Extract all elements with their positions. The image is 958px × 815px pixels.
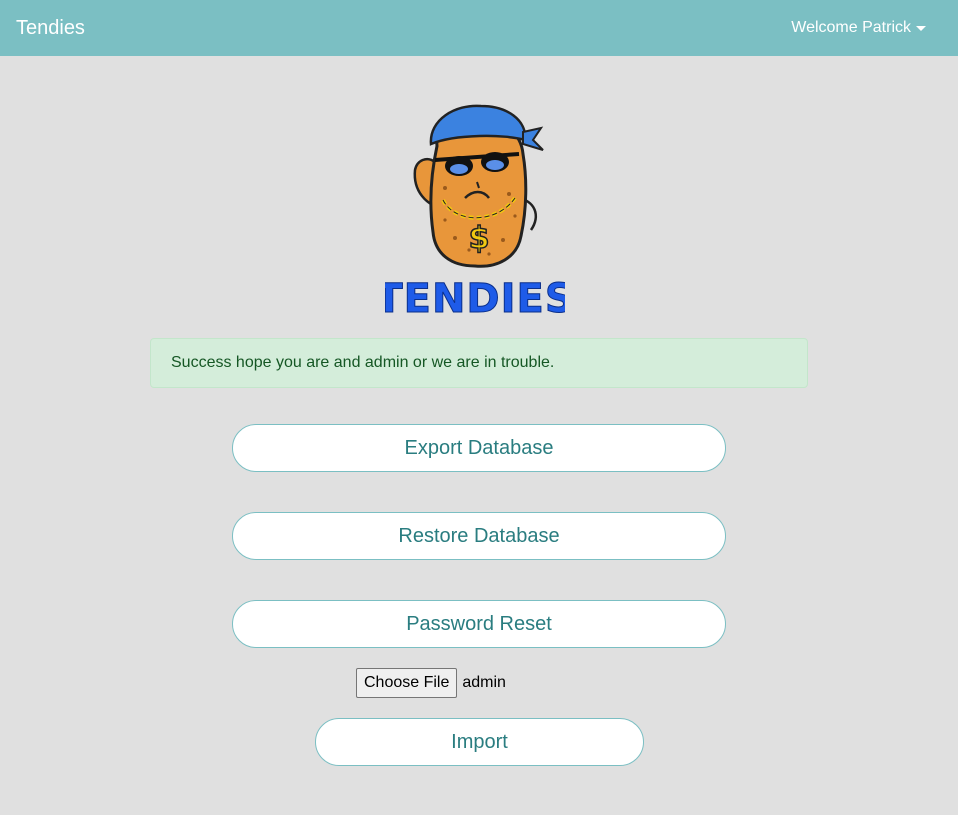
selected-file-name: admin: [462, 674, 506, 691]
password-reset-button[interactable]: Password Reset: [232, 600, 726, 648]
tendies-logo: $ TENDIES: [375, 98, 574, 323]
choose-file-button[interactable]: Choose File: [356, 668, 458, 698]
user-dropdown-toggle[interactable]: Welcome Patrick: [791, 18, 926, 38]
svg-text:$: $: [469, 221, 490, 256]
tendies-wordmark: TENDIES: [385, 276, 565, 322]
tendie-mascot-icon: $ TENDIES: [375, 104, 574, 323]
top-navbar: Tendies Welcome Patrick: [0, 0, 958, 56]
brand-link[interactable]: Tendies: [16, 16, 85, 40]
restore-database-button[interactable]: Restore Database: [232, 512, 726, 560]
alert-message: Success hope you are and admin or we are…: [171, 354, 555, 371]
import-button[interactable]: Import: [315, 718, 644, 766]
file-input: Choose File admin: [356, 668, 506, 698]
caret-down-icon: [916, 25, 926, 31]
user-menu-label: Welcome Patrick: [791, 19, 911, 36]
export-database-button[interactable]: Export Database: [232, 424, 726, 472]
success-alert: Success hope you are and admin or we are…: [150, 338, 808, 388]
